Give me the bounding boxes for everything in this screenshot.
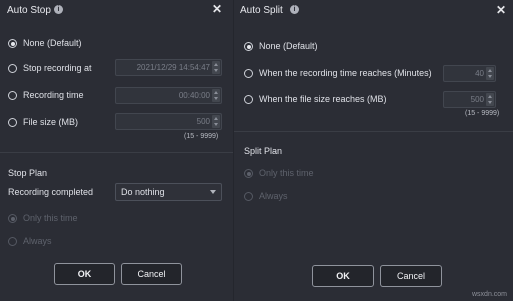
file-size-range-hint: (15 - 9999)	[184, 133, 219, 140]
recording-completed-dropdown[interactable]: Do nothing	[115, 183, 222, 201]
cancel-button[interactable]: Cancel	[380, 265, 442, 287]
stop-at-value: 2021/12/29 14:54:47	[136, 63, 210, 72]
spinner-icon[interactable]	[212, 89, 220, 102]
split-size-value: 500	[470, 95, 484, 104]
divider	[0, 152, 234, 153]
close-icon[interactable]: ✕	[212, 3, 222, 15]
file-size-range-hint: (15 - 9999)	[465, 110, 500, 117]
ok-button[interactable]: OK	[312, 265, 374, 287]
split-plan-heading: Split Plan	[244, 146, 283, 156]
watermark: wsxdn.com	[472, 291, 508, 298]
spinner-icon[interactable]	[486, 67, 494, 80]
option-none-label: None (Default)	[259, 41, 318, 51]
radio-none[interactable]	[8, 39, 17, 48]
option-stop-at-label: Stop recording at	[23, 63, 92, 73]
spinner-icon[interactable]	[212, 115, 220, 128]
chevron-down-icon	[210, 190, 216, 194]
radio-stop-at[interactable]	[8, 64, 17, 73]
info-icon[interactable]: i	[290, 5, 299, 14]
recording-time-field[interactable]: 00:40:00	[115, 87, 222, 104]
radio-file-size[interactable]	[8, 118, 17, 127]
always-label: Always	[259, 191, 288, 201]
divider	[234, 131, 513, 132]
radio-only-this-time[interactable]	[244, 169, 253, 178]
split-time-field[interactable]: 40	[443, 65, 496, 82]
info-icon[interactable]: i	[54, 5, 63, 14]
always-label: Always	[23, 236, 52, 246]
ok-button[interactable]: OK	[54, 263, 115, 285]
recording-completed-value: Do nothing	[121, 187, 165, 197]
recording-time-value: 00:40:00	[178, 91, 210, 100]
radio-recording-time[interactable]	[244, 69, 253, 78]
radio-only-this-time[interactable]	[8, 214, 17, 223]
split-size-field[interactable]: 500	[443, 91, 496, 108]
option-file-size-label: When the file size reaches (MB)	[259, 94, 387, 104]
only-this-time-label: Only this time	[259, 168, 314, 178]
spinner-icon[interactable]	[212, 61, 220, 74]
file-size-value: 500	[196, 117, 210, 126]
only-this-time-label: Only this time	[23, 213, 78, 223]
radio-always[interactable]	[8, 237, 17, 246]
auto-stop-title: Auto Stop	[7, 5, 51, 16]
option-file-size-label: File size (MB)	[23, 117, 79, 127]
radio-none[interactable]	[244, 42, 253, 51]
radio-always[interactable]	[244, 192, 253, 201]
split-time-value: 40	[475, 69, 484, 78]
option-none-label: None (Default)	[23, 38, 82, 48]
auto-stop-dialog: Auto Stop i ✕ None (Default) Stop record…	[0, 0, 234, 301]
radio-file-size[interactable]	[244, 95, 253, 104]
cancel-button[interactable]: Cancel	[121, 263, 182, 285]
auto-split-dialog: Auto Split i ✕ None (Default) When the r…	[233, 0, 513, 301]
option-recording-time-label: Recording time	[23, 90, 84, 100]
recording-completed-label: Recording completed	[8, 187, 94, 197]
auto-split-title: Auto Split	[240, 5, 283, 16]
file-size-field[interactable]: 500	[115, 113, 222, 130]
stop-plan-heading: Stop Plan	[8, 168, 48, 178]
spinner-icon[interactable]	[486, 93, 494, 106]
close-icon[interactable]: ✕	[496, 4, 506, 16]
stop-at-datetime-field[interactable]: 2021/12/29 14:54:47	[115, 59, 222, 76]
option-recording-time-label: When the recording time reaches (Minutes…	[259, 68, 432, 78]
radio-recording-time[interactable]	[8, 91, 17, 100]
